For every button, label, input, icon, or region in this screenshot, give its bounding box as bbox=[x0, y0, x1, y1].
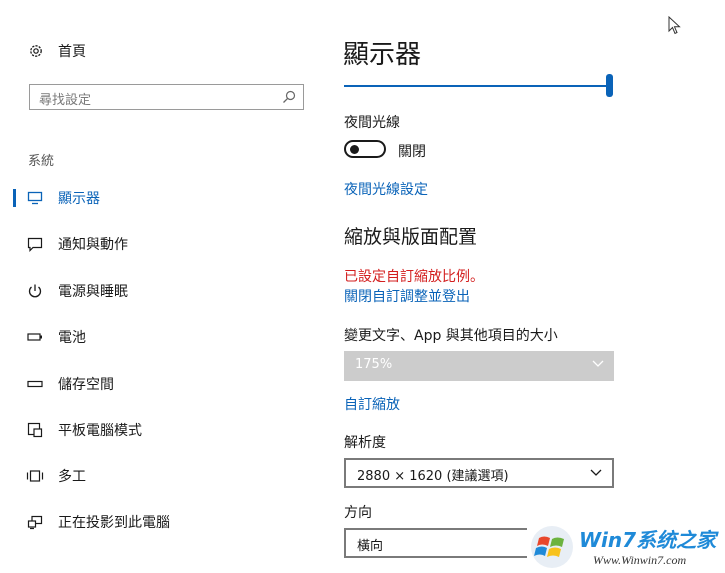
mouse-cursor-icon bbox=[668, 16, 681, 35]
night-light-state: 關閉 bbox=[398, 144, 426, 160]
orientation-label: 方向 bbox=[344, 505, 372, 521]
custom-scale-link[interactable]: 自訂縮放 bbox=[344, 394, 400, 414]
night-light-label: 夜間光線 bbox=[344, 115, 400, 131]
sidebar-item-label: 平板電腦模式 bbox=[58, 423, 142, 439]
sidebar-item-display[interactable]: 顯示器 bbox=[0, 181, 300, 215]
custom-scale-off-link[interactable]: 關閉自訂調整並登出 bbox=[344, 286, 470, 306]
sidebar-item-battery[interactable]: 電池 bbox=[0, 320, 300, 354]
sidebar-item-label: 電池 bbox=[58, 330, 86, 346]
sidebar-item-label: 通知與動作 bbox=[58, 237, 128, 253]
gear-icon bbox=[30, 45, 42, 57]
brightness-slider-track[interactable] bbox=[344, 85, 610, 87]
sidebar-item-tablet-mode[interactable]: 平板電腦模式 bbox=[0, 413, 300, 447]
tablet-mode-icon bbox=[25, 421, 45, 439]
resolution-label: 解析度 bbox=[344, 435, 386, 451]
sidebar-item-projecting[interactable]: 正在投影到此電腦 bbox=[0, 505, 300, 539]
sidebar-item-storage[interactable]: 儲存空間 bbox=[0, 367, 300, 401]
multitasking-icon bbox=[25, 467, 45, 485]
section-label-system: 系統 bbox=[28, 154, 55, 169]
watermark-brand: Win7系统之家 bbox=[579, 528, 717, 552]
sidebar-item-label: 電源與睡眠 bbox=[58, 284, 128, 300]
windows-logo-icon bbox=[531, 526, 573, 568]
orientation-value: 橫向 bbox=[357, 539, 384, 554]
active-indicator bbox=[13, 189, 16, 207]
battery-icon bbox=[25, 328, 45, 346]
power-icon bbox=[25, 282, 45, 300]
sidebar-item-label: 多工 bbox=[58, 469, 86, 485]
scale-layout-heading: 縮放與版面配置 bbox=[344, 226, 478, 248]
nav-home[interactable]: 首頁 bbox=[28, 40, 86, 62]
toggle-knob bbox=[350, 145, 359, 154]
search-input[interactable]: 尋找設定 bbox=[29, 84, 304, 110]
brightness-slider-thumb[interactable] bbox=[606, 74, 613, 97]
sidebar-item-label: 正在投影到此電腦 bbox=[58, 515, 170, 531]
scale-dropdown: 175% bbox=[344, 351, 614, 381]
page-title: 顯示器 bbox=[343, 40, 422, 70]
sidebar-item-label: 儲存空間 bbox=[58, 377, 114, 393]
orientation-dropdown[interactable]: 橫向 bbox=[344, 528, 544, 558]
monitor-icon bbox=[25, 189, 45, 207]
resolution-dropdown[interactable]: 2880 × 1620 (建議選項) bbox=[344, 458, 614, 488]
sidebar-item-label: 顯示器 bbox=[58, 191, 100, 207]
chevron-down-icon bbox=[590, 469, 602, 476]
sidebar-item-multitasking[interactable]: 多工 bbox=[0, 459, 300, 493]
chevron-down-icon bbox=[592, 360, 604, 367]
text-size-label: 變更文字、App 與其他項目的大小 bbox=[344, 328, 558, 344]
notification-icon bbox=[25, 235, 45, 253]
watermark: Win7系统之家 Www.Winwin7.com bbox=[527, 522, 725, 573]
storage-icon bbox=[25, 375, 45, 393]
sidebar-item-notifications[interactable]: 通知與動作 bbox=[0, 227, 300, 261]
projecting-icon bbox=[25, 513, 45, 531]
search-icon bbox=[283, 90, 296, 103]
scale-value: 175% bbox=[355, 357, 393, 372]
sidebar-item-power-sleep[interactable]: 電源與睡眠 bbox=[0, 274, 300, 308]
home-label: 首頁 bbox=[58, 44, 86, 60]
watermark-url: Www.Winwin7.com bbox=[593, 553, 687, 567]
custom-scale-warning: 已設定自訂縮放比例。 bbox=[344, 269, 484, 285]
night-light-toggle[interactable] bbox=[344, 140, 386, 158]
resolution-value: 2880 × 1620 (建議選項) bbox=[357, 469, 509, 484]
search-placeholder: 尋找設定 bbox=[39, 93, 92, 108]
night-light-settings-link[interactable]: 夜間光線設定 bbox=[344, 179, 428, 199]
